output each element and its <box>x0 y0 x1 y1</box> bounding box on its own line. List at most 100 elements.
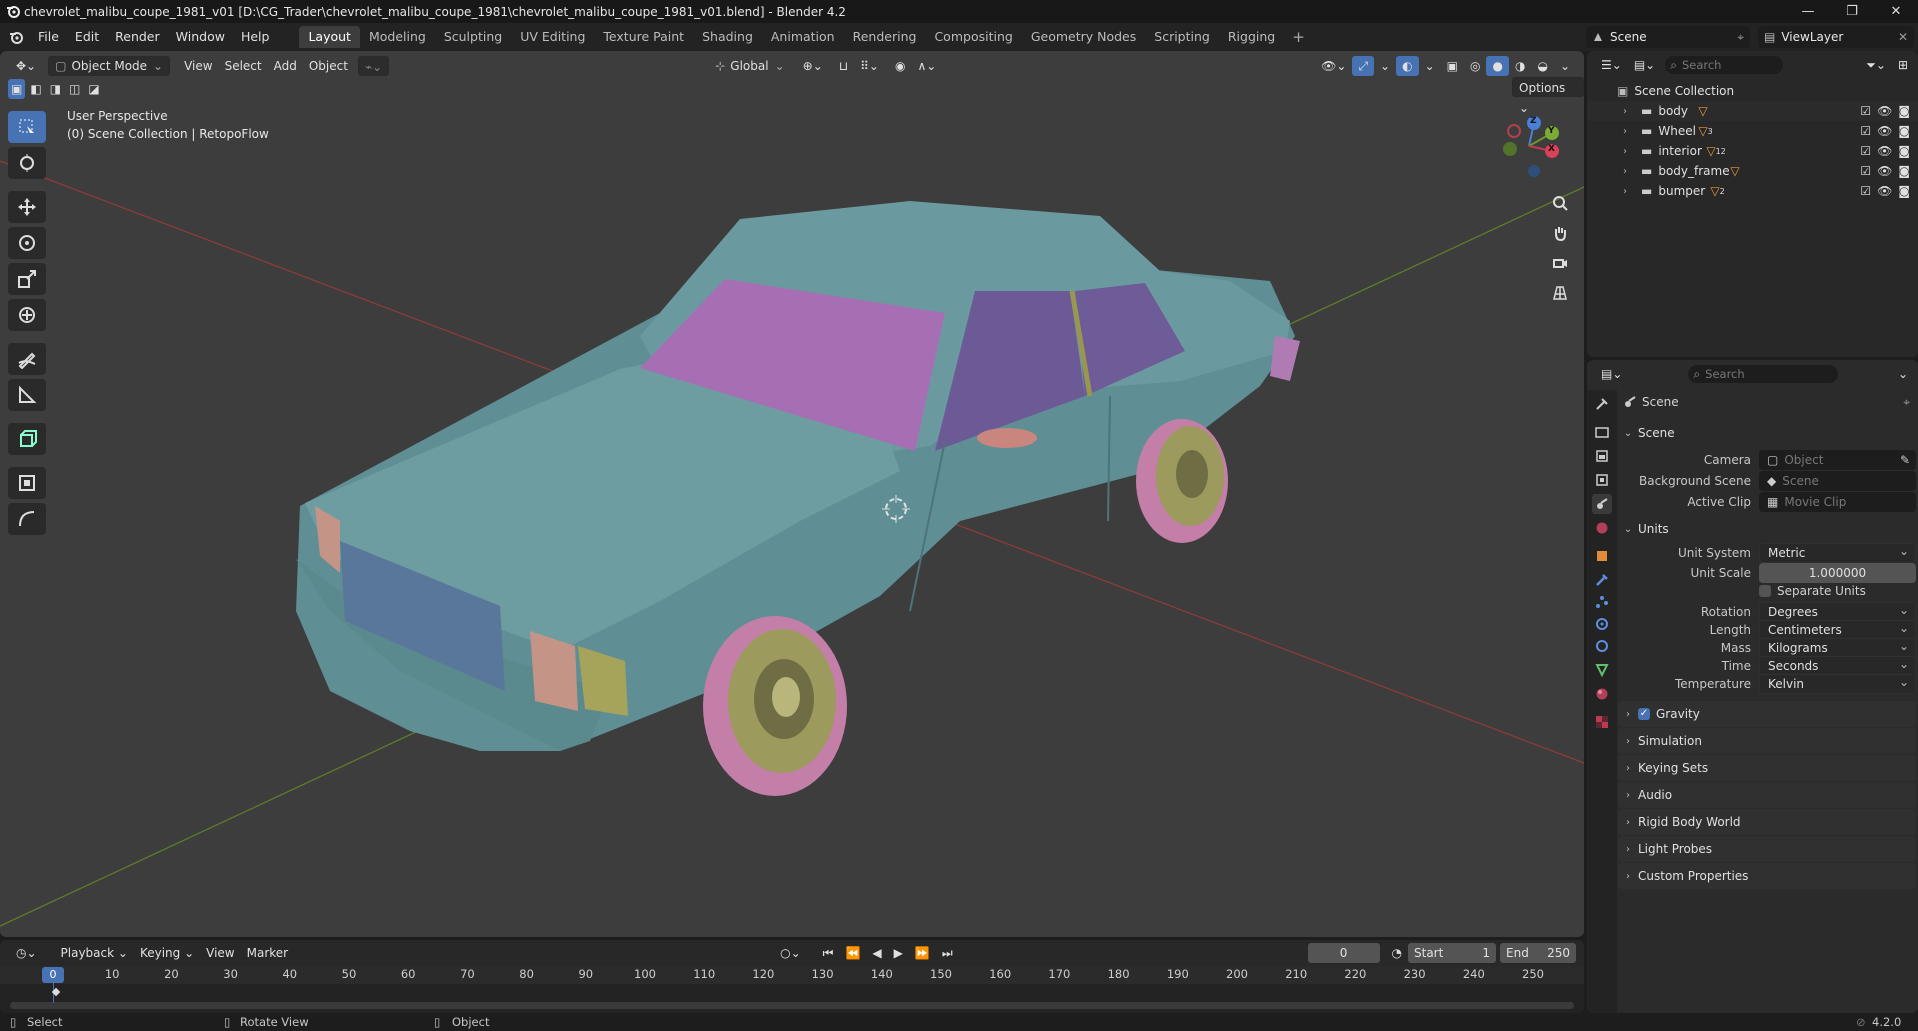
move-tool[interactable] <box>8 191 46 223</box>
scene-selector[interactable]: Scene ⌖ <box>1586 26 1750 48</box>
modifier-tab-icon[interactable] <box>1592 570 1612 590</box>
menu-window[interactable]: Window <box>168 26 233 48</box>
jump-end-icon[interactable]: ⏭ <box>936 943 959 963</box>
tab-shading[interactable]: Shading <box>693 26 762 48</box>
menu-object[interactable]: Object <box>303 56 354 76</box>
expand-chevron-icon[interactable]: › <box>1623 126 1635 137</box>
pivot-point-icon[interactable]: ⊕⌄ <box>797 56 829 76</box>
outliner-editor-icon[interactable]: ☰⌄ <box>1595 55 1628 75</box>
gizmo-dropdown-icon[interactable]: ⌄ <box>1374 56 1396 76</box>
overlays-toggle-icon[interactable]: ◐ <box>1396 56 1419 76</box>
physics-tab-icon[interactable] <box>1592 614 1612 634</box>
timeline-scrollbar[interactable] <box>10 1002 1574 1009</box>
transform-orientation-dropdown[interactable]: ⊹ Global ⌄ <box>709 56 790 76</box>
simulation-panel-header[interactable]: › Simulation <box>1618 728 1916 754</box>
eye-icon[interactable]: 👁 <box>1877 184 1892 198</box>
gravity-panel-header[interactable]: › ✓ Gravity <box>1618 701 1916 727</box>
eye-icon[interactable]: 👁 <box>1877 104 1892 118</box>
shading-material-icon[interactable]: ◑ <box>1509 56 1531 76</box>
minimize-button[interactable]: — <box>1786 0 1830 23</box>
camera-view-icon[interactable] <box>1546 249 1574 277</box>
pan-hand-icon[interactable] <box>1546 219 1574 247</box>
menu-view[interactable]: View <box>178 56 218 76</box>
properties-options-icon[interactable]: ⌄ <box>1892 364 1914 384</box>
shading-wireframe-icon[interactable]: ◎ <box>1464 56 1486 76</box>
outliner-row[interactable]: › ▬ body_frame ▽ ☑ 👁 ◙ <box>1587 161 1918 181</box>
measure-tool[interactable] <box>8 379 46 411</box>
tab-layout[interactable]: Layout <box>299 26 360 48</box>
viewport-scene[interactable] <box>0 51 1584 937</box>
retopoflow-draw-tool[interactable] <box>8 503 46 535</box>
expand-chevron-icon[interactable]: › <box>1623 186 1635 197</box>
tab-scripting[interactable]: Scripting <box>1145 26 1219 48</box>
start-frame-field[interactable]: Start 1 <box>1408 943 1496 963</box>
editor-type-icon[interactable]: ✥⌄ <box>10 56 42 76</box>
snap-target-icon[interactable]: ⠿⌄ <box>854 56 885 76</box>
camera-icon[interactable]: ◙ <box>1898 164 1910 178</box>
properties-editor-icon[interactable]: ▤⌄ <box>1595 364 1628 384</box>
outliner-search-input[interactable]: ⌕ Search <box>1665 56 1784 74</box>
eye-icon[interactable]: 👁 <box>1877 164 1892 178</box>
jump-start-icon[interactable]: ⏮ <box>817 943 840 963</box>
annotate-tool[interactable] <box>8 343 46 375</box>
outliner-item-label[interactable]: interior <box>1658 144 1706 158</box>
blender-menu-icon[interactable] <box>8 29 24 45</box>
audio-panel-header[interactable]: › Audio <box>1618 782 1916 808</box>
eye-icon[interactable]: 👁 <box>1877 124 1892 138</box>
playback-menu[interactable]: Playback ⌄ <box>55 943 134 963</box>
current-frame-field[interactable]: 0 <box>1307 943 1380 963</box>
constraints-tab-icon[interactable] <box>1592 636 1612 656</box>
expand-chevron-icon[interactable]: › <box>1623 106 1635 117</box>
checkbox-icon[interactable]: ☑ <box>1860 184 1871 198</box>
camera-icon[interactable]: ◙ <box>1898 124 1910 138</box>
camera-icon[interactable]: ◙ <box>1898 104 1910 118</box>
maximize-button[interactable]: ❐ <box>1830 0 1874 23</box>
keying-menu[interactable]: Keying ⌄ <box>134 943 200 963</box>
auto-keying-icon[interactable]: ○⌄ <box>774 943 807 963</box>
shading-rendered-icon[interactable]: ◒ <box>1531 56 1553 76</box>
select-box-tool[interactable] <box>8 111 46 143</box>
shading-dropdown-icon[interactable]: ⌄ <box>1554 56 1576 76</box>
falloff-icon[interactable]: ∧⌄ <box>911 56 942 76</box>
object-tab-icon[interactable] <box>1592 546 1612 566</box>
outliner-row[interactable]: › ▬ bumper ▽ 2 ☑ 👁 ◙ <box>1587 181 1918 201</box>
expand-chevron-icon[interactable]: › <box>1623 146 1635 157</box>
camera-icon[interactable]: ◙ <box>1898 144 1910 158</box>
particles-tab-icon[interactable] <box>1592 592 1612 612</box>
jump-keyframe-back-icon[interactable]: ⏪ <box>839 943 866 963</box>
checkbox-icon[interactable]: ☑ <box>1860 144 1871 158</box>
checkbox-icon[interactable]: ☑ <box>1860 104 1871 118</box>
3d-viewport[interactable]: ✥⌄ ▢ Object Mode ⌄ View Select Add Objec… <box>0 51 1584 937</box>
expand-chevron-icon[interactable]: › <box>1623 166 1635 177</box>
timeline-editor-icon[interactable]: ◷⌄ <box>10 943 43 963</box>
mode-dropdown[interactable]: ▢ Object Mode ⌄ <box>48 56 171 76</box>
keying-sets-panel-header[interactable]: › Keying Sets <box>1618 755 1916 781</box>
pin-icon[interactable]: ⌖ <box>1737 30 1744 45</box>
snap-icon[interactable]: ⊔ <box>833 56 854 76</box>
play-reverse-icon[interactable]: ◀ <box>866 943 887 963</box>
timeline-view-menu[interactable]: View <box>200 943 240 963</box>
select-invert-icon[interactable]: ◫ <box>66 79 83 99</box>
eye-icon[interactable]: 👁 <box>1877 144 1892 158</box>
tab-texture-paint[interactable]: Texture Paint <box>594 26 693 48</box>
play-icon[interactable]: ▶ <box>888 943 909 963</box>
units-panel-header[interactable]: ⌄ Units <box>1618 516 1916 542</box>
add-cube-tool[interactable] <box>8 423 46 455</box>
rigid-body-world-panel-header[interactable]: › Rigid Body World <box>1618 809 1916 835</box>
tab-modeling[interactable]: Modeling <box>360 26 435 48</box>
display-mode-icon[interactable]: ▤⌄ <box>1628 55 1661 75</box>
new-collection-icon[interactable]: ⊞ <box>1892 55 1914 75</box>
xray-icon[interactable]: ▣ <box>1441 56 1464 76</box>
select-intersect-icon[interactable]: ◪ <box>85 79 102 99</box>
properties-search-input[interactable]: ⌕ Search <box>1688 365 1839 383</box>
camera-icon[interactable]: ◙ <box>1898 184 1910 198</box>
tab-sculpting[interactable]: Sculpting <box>435 26 511 48</box>
menu-select[interactable]: Select <box>219 56 268 76</box>
jump-keyframe-forward-icon[interactable]: ⏩ <box>909 943 936 963</box>
active-clip-field[interactable]: ▦ Movie Clip <box>1759 492 1916 512</box>
close-window-button[interactable]: ✕ <box>1874 0 1918 23</box>
preview-range-icon[interactable]: ◔ <box>1386 943 1408 963</box>
perspective-toggle-icon[interactable] <box>1546 279 1574 307</box>
view-layer-tab-icon[interactable] <box>1592 470 1612 490</box>
checkbox-icon[interactable]: ☑ <box>1860 164 1871 178</box>
